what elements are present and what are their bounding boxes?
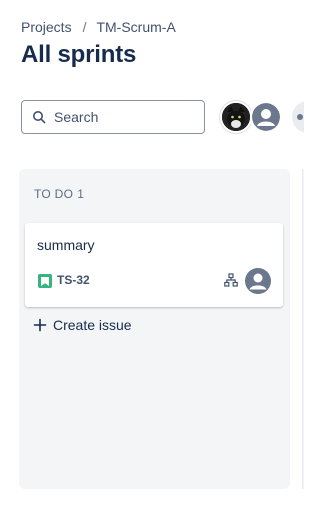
breadcrumb-separator: / — [82, 19, 87, 35]
search-box[interactable] — [21, 100, 205, 134]
create-issue-label: Create issue — [53, 317, 132, 333]
search-icon — [32, 110, 46, 124]
user-icon[interactable] — [250, 101, 282, 133]
board-page: Projects / TM-Scrum-A All sprints Search… — [0, 0, 304, 510]
search-input[interactable] — [54, 109, 194, 125]
user-icon[interactable] — [292, 101, 304, 133]
column-name: TO DO — [34, 187, 74, 201]
breadcrumb: Projects / TM-Scrum-A — [21, 19, 176, 35]
breadcrumb-project-link[interactable]: TM-Scrum-A — [96, 19, 175, 35]
board-column-next — [302, 169, 304, 489]
story-icon — [38, 274, 52, 288]
cat-avatar[interactable] — [220, 101, 252, 133]
card-summary: summary — [37, 237, 95, 253]
breadcrumb-projects-link[interactable]: Projects — [21, 19, 72, 35]
board-column-todo: TO DO 1 summary TS-32 Create issue — [19, 169, 290, 489]
plus-icon — [33, 318, 47, 332]
issue-key[interactable]: TS-32 — [57, 273, 90, 287]
hierarchy-icon[interactable] — [224, 273, 238, 287]
column-header: TO DO 1 — [34, 187, 84, 201]
column-count: 1 — [77, 187, 85, 201]
issue-card[interactable]: summary TS-32 — [25, 223, 283, 307]
create-issue-button[interactable]: Create issue — [33, 317, 132, 333]
assignee-avatar[interactable] — [245, 268, 271, 294]
page-title: All sprints — [21, 41, 137, 68]
